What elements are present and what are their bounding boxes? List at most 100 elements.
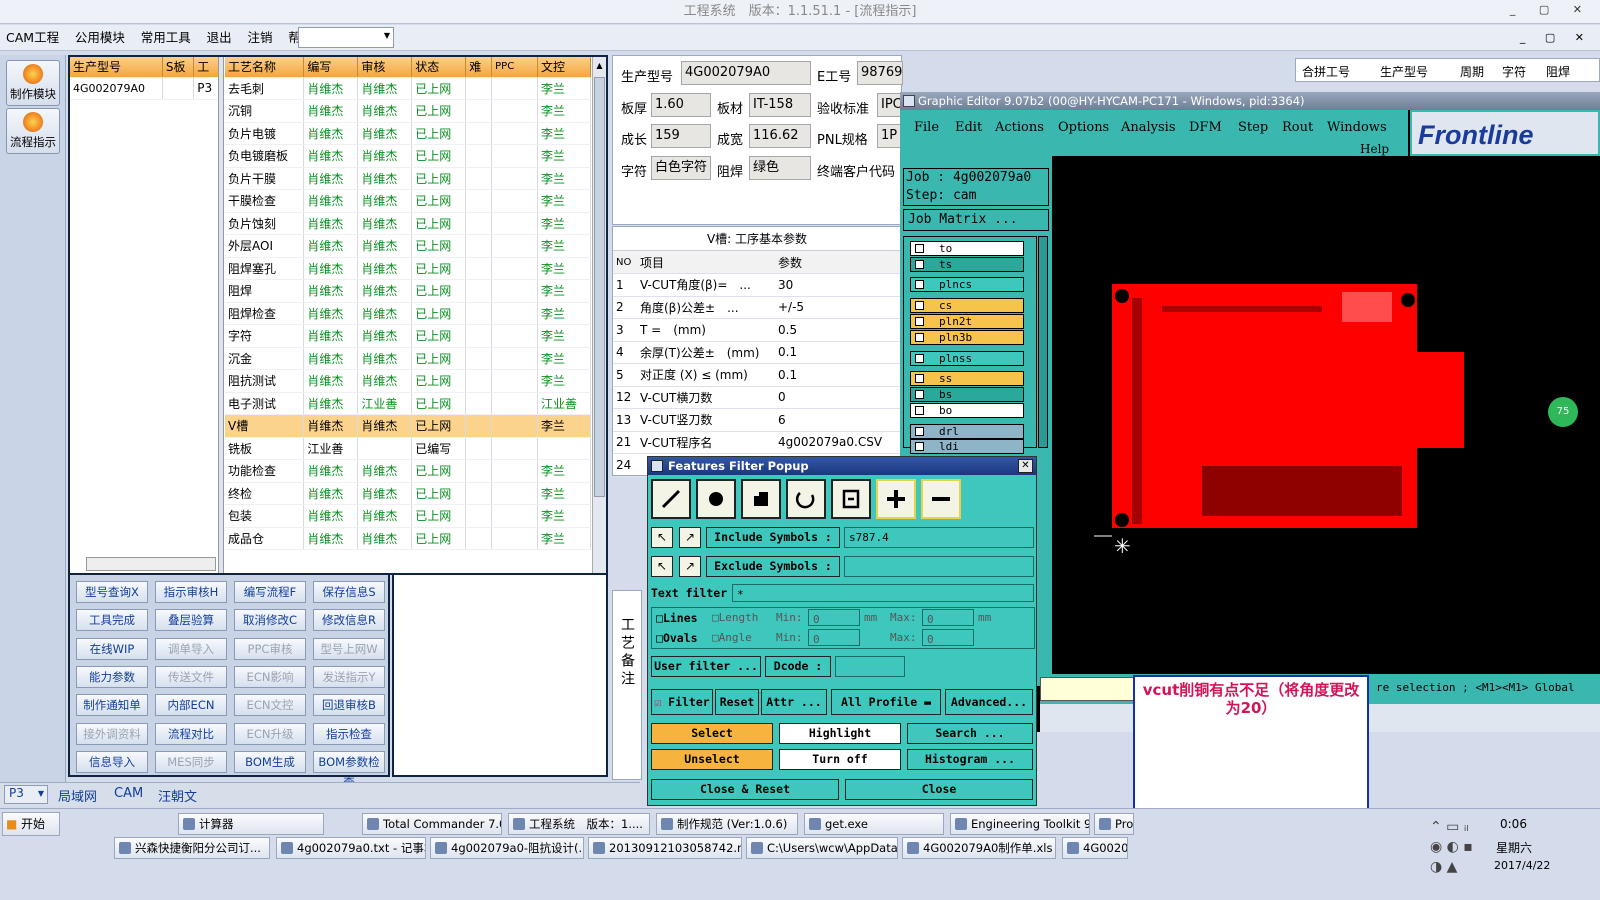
function-button[interactable]: 信息导入 [76, 750, 148, 773]
function-button[interactable]: 工具完成 [76, 609, 148, 632]
function-button[interactable]: ECN升级 [234, 722, 306, 745]
text-tool-icon[interactable] [831, 479, 871, 519]
function-button[interactable]: 发送指示Y [313, 665, 385, 688]
window-controls[interactable]: _ ▢ ✕ [1510, 3, 1592, 16]
nav-flow[interactable]: 流程指示 [6, 108, 60, 154]
col-process[interactable]: 工艺名称 [225, 57, 305, 78]
ovals-checkbox[interactable]: □Ovals [656, 631, 698, 645]
function-button[interactable]: 编写流程F [234, 581, 306, 603]
dcode-button[interactable]: Dcode : [765, 656, 831, 677]
search-button[interactable]: Search ... [907, 723, 1033, 744]
ge-menu-windows[interactable]: Windows [1327, 120, 1387, 135]
subtract-icon[interactable] [921, 479, 961, 519]
table-row[interactable]: 阻焊塞孔 肖维杰 肖维杰 已上网 李兰 [225, 257, 591, 280]
table-row[interactable]: 沉铜 肖维杰 肖维杰 已上网 李兰 [225, 99, 591, 123]
table-row[interactable]: 外层AOI 肖维杰 肖维杰 已上网 李兰 [225, 234, 591, 258]
arc-tool-icon[interactable] [786, 479, 826, 519]
angle-max-input[interactable]: 0 [922, 629, 974, 646]
layer-row[interactable]: ldi [910, 439, 1024, 454]
select-button[interactable]: Select [651, 723, 773, 744]
ge-menu-edit[interactable]: Edit [955, 120, 982, 135]
ge-menu-analysis[interactable]: Analysis [1121, 120, 1176, 135]
function-button[interactable]: BOM参数检查 [313, 750, 385, 789]
advanced-button[interactable]: Advanced... [945, 689, 1033, 715]
vertical-scrollbar[interactable]: ▲ [592, 57, 606, 573]
dcode-input[interactable] [835, 656, 905, 677]
include-symbols-button[interactable]: Include Symbols : [706, 527, 840, 548]
length-checkbox[interactable]: □Length [712, 611, 758, 624]
text-filter-input[interactable]: * [732, 584, 1034, 602]
table-row[interactable]: 终检 肖维杰 肖维杰 已上网 李兰 [225, 482, 591, 505]
function-button[interactable]: MES同步 [155, 750, 227, 773]
col-writer[interactable]: 编写 [303, 57, 359, 78]
ge-menu-actions[interactable]: Actions [995, 120, 1044, 135]
col-w[interactable]: 工 [193, 57, 220, 78]
e-no-field[interactable]: 987696 [857, 61, 903, 85]
table-row[interactable]: 阻焊 肖维杰 肖维杰 已上网 李兰 [225, 279, 591, 303]
ge-menu-help[interactable]: Help [1360, 142, 1389, 156]
layer-row[interactable]: plnss [910, 351, 1024, 366]
lines-checkbox[interactable]: □Lines [656, 611, 698, 625]
table-row[interactable]: 包装 肖维杰 肖维杰 已上网 李兰 [225, 504, 591, 528]
function-button[interactable]: 指示审核H [155, 581, 227, 603]
exclude-symbols-button[interactable]: Exclude Symbols : [706, 556, 840, 577]
taskbar-item[interactable]: 制作规范 (Ver:1.0.6) [656, 813, 798, 835]
tab-lan[interactable]: 局域网 [58, 786, 97, 805]
table-row[interactable]: 负片蚀刻 肖维杰 肖维杰 已上网 李兰 [225, 212, 591, 235]
pick-all-icon-2[interactable]: ↗ [679, 556, 701, 577]
menu-tools[interactable]: 常用工具 [135, 25, 197, 51]
length-max-input[interactable]: 0 [922, 609, 974, 626]
layer-row[interactable]: drl [910, 424, 1024, 439]
layer-row[interactable]: cs [910, 298, 1024, 313]
table-row[interactable]: V槽 肖维杰 肖维杰 已上网 李兰 [225, 414, 591, 438]
table-row[interactable]: 阻抗测试 肖维杰 肖维杰 已上网 李兰 [225, 369, 591, 393]
ge-menu-step[interactable]: Step [1238, 120, 1268, 135]
add-icon[interactable] [876, 479, 916, 519]
table-row[interactable]: 成品仓 肖维杰 肖维杰 已上网 李兰 [225, 527, 591, 550]
table-row[interactable]: 12 V-CUT横刀数 0 [613, 386, 903, 409]
layer-scrollbar[interactable] [1038, 236, 1048, 448]
tab-user[interactable]: 汪朝文 [158, 786, 197, 805]
menu-combo[interactable]: ▼ [298, 27, 394, 48]
function-button[interactable]: 传送文件 [155, 665, 227, 688]
col-model[interactable]: 生产型号 [70, 57, 163, 78]
tray-icons[interactable]: ⌃ ▭ ᵢₗ ◉ ◐ ▪ ◑ ▲ [1430, 817, 1490, 877]
table-row[interactable]: 沉金 肖维杰 肖维杰 已上网 李兰 [225, 347, 591, 370]
pick-arrow-icon-2[interactable]: ↖ [651, 556, 673, 577]
function-button[interactable]: BOM生成 [234, 750, 306, 773]
unselect-button[interactable]: Unselect [651, 749, 773, 770]
taskbar-item[interactable]: 4g002079a0.txt - 记事本 [276, 837, 426, 859]
table-row[interactable]: 铣板 江业善 已编写 [225, 437, 591, 460]
user-filter-button[interactable]: User filter ... [651, 656, 761, 677]
taskbar-item[interactable]: 4G00207 [1062, 837, 1128, 859]
nav-make-module[interactable]: 制作模块 [6, 60, 60, 106]
menu-exit[interactable]: 退出 [201, 25, 238, 51]
taskbar-item[interactable]: Engineering Toolkit 9.... [950, 813, 1090, 835]
splitter[interactable] [218, 57, 224, 573]
layer-row[interactable]: ss [910, 371, 1024, 386]
pcb-canvas[interactable]: ✳ [1052, 156, 1600, 686]
highlight-button[interactable]: Highlight [779, 723, 901, 744]
function-button[interactable]: ECN影响 [234, 665, 306, 688]
function-button[interactable]: 回退审核B [313, 694, 385, 717]
taskbar-item[interactable]: get.exe [804, 813, 944, 835]
surface-tool-icon[interactable] [741, 479, 781, 519]
function-button[interactable]: 调单导入 [155, 637, 227, 660]
table-row[interactable]: 5 对正度 (X) ≤ (mm) 0.1 [613, 363, 903, 387]
model-field[interactable]: 4G002079A0 [681, 61, 811, 85]
col-difficulty[interactable]: 难 [465, 57, 493, 78]
function-button[interactable]: PPC审核 [234, 637, 306, 660]
job-matrix-button[interactable]: Job Matrix ... [903, 209, 1049, 231]
table-row[interactable]: 13 V-CUT竖刀数 6 [613, 408, 903, 432]
function-button[interactable]: 接外调资料 [76, 722, 148, 745]
table-row[interactable]: 1 V-CUT角度(β)= ... 30 [613, 273, 903, 297]
menu-public[interactable]: 公用模块 [69, 25, 131, 51]
thickness-field[interactable]: 1.60 [651, 93, 711, 117]
col-doc[interactable]: 文控 [537, 57, 591, 78]
ge-command-input[interactable] [1040, 677, 1140, 701]
function-button[interactable]: 指示检查 [313, 722, 385, 745]
line-tool-icon[interactable] [651, 479, 691, 519]
close-reset-button[interactable]: Close & Reset [651, 779, 839, 800]
ge-menu-rout[interactable]: Rout [1282, 120, 1313, 135]
mdi-controls[interactable]: _ ▢ ✕ [1520, 31, 1592, 44]
